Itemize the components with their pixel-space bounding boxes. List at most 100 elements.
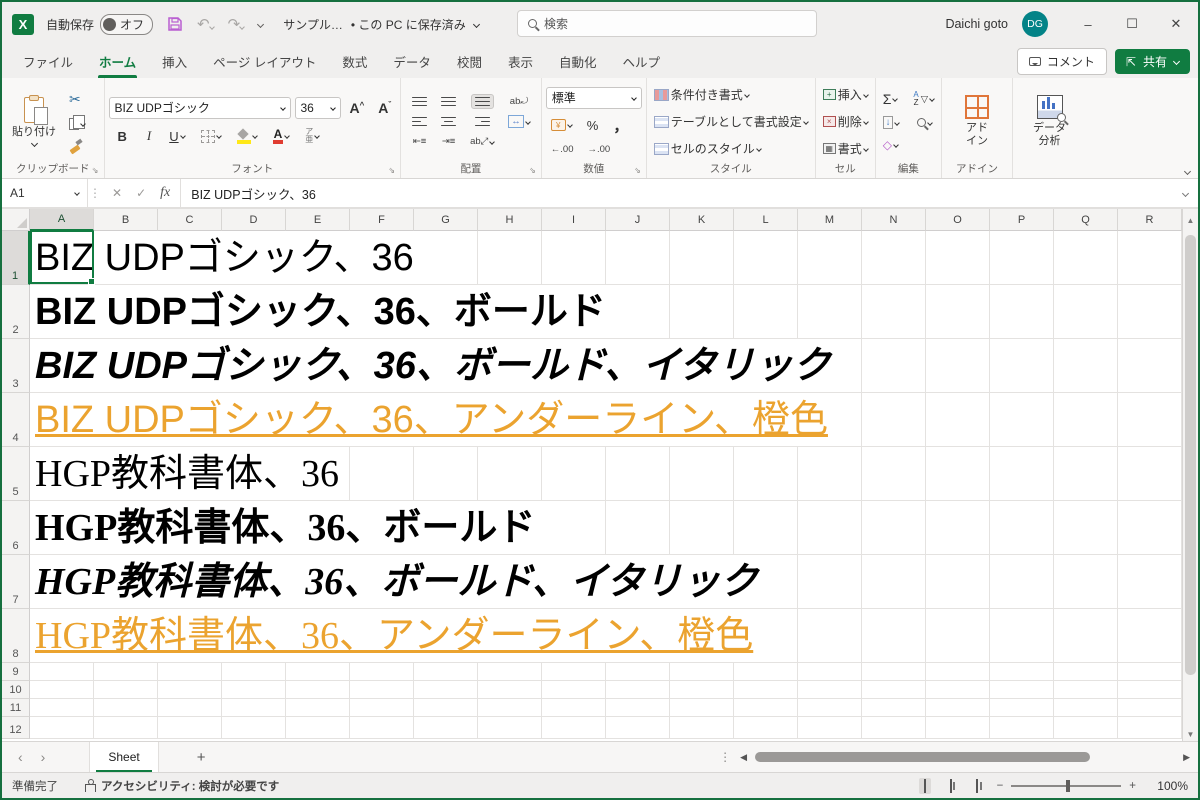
search-input[interactable]: 検索 bbox=[517, 10, 817, 37]
column-header-L[interactable]: L bbox=[734, 209, 798, 231]
close-button[interactable]: ✕ bbox=[1154, 2, 1198, 46]
vertical-scroll-thumb[interactable] bbox=[1185, 235, 1196, 675]
fill-color-button[interactable] bbox=[234, 128, 260, 145]
vertical-scroll-up-icon[interactable]: ▲ bbox=[1182, 209, 1198, 231]
row-header-8[interactable]: 8 bbox=[2, 609, 30, 663]
row-header-11[interactable]: 11 bbox=[2, 699, 30, 717]
percent-button[interactable]: % bbox=[584, 116, 602, 135]
document-title-area[interactable]: サンプル… • この PC に保存済み bbox=[283, 16, 479, 33]
delete-cells-button[interactable]: ×削除 bbox=[820, 111, 871, 132]
align-bottom-button[interactable] bbox=[471, 94, 494, 110]
font-name-combo[interactable]: BIZ UDPゴシック bbox=[109, 97, 291, 119]
column-header-E[interactable]: E bbox=[286, 209, 350, 231]
column-header-H[interactable]: H bbox=[478, 209, 542, 231]
borders-button[interactable] bbox=[198, 128, 224, 145]
column-header-O[interactable]: O bbox=[926, 209, 990, 231]
comments-button[interactable]: コメント bbox=[1017, 48, 1107, 75]
wrap-text-button[interactable]: ab⤾ bbox=[507, 94, 532, 109]
tab-ヘルプ[interactable]: ヘルプ bbox=[609, 46, 673, 78]
tab-表示[interactable]: 表示 bbox=[495, 46, 546, 78]
next-sheet-icon[interactable]: › bbox=[41, 749, 46, 765]
customize-qat-icon[interactable] bbox=[257, 20, 264, 27]
format-as-table-button[interactable]: テーブルとして書式設定 bbox=[651, 111, 811, 132]
accessibility-status[interactable]: アクセシビリティ: 検討が必要です bbox=[84, 778, 279, 794]
normal-view-button[interactable] bbox=[919, 778, 931, 794]
column-header-I[interactable]: I bbox=[542, 209, 606, 231]
column-header-K[interactable]: K bbox=[670, 209, 734, 231]
dialog-launcher-icon[interactable]: ⇘ bbox=[634, 166, 641, 175]
autosum-button[interactable]: Σ bbox=[880, 89, 901, 109]
italic-button[interactable]: I bbox=[142, 127, 156, 145]
zoom-level[interactable]: 100% bbox=[1150, 779, 1188, 793]
column-header-N[interactable]: N bbox=[862, 209, 926, 231]
vertical-scroll-down-icon[interactable]: ▼ bbox=[1183, 730, 1198, 739]
name-box[interactable]: A1 bbox=[2, 179, 88, 207]
share-button[interactable]: ⇱ 共有 bbox=[1115, 49, 1190, 74]
column-header-P[interactable]: P bbox=[990, 209, 1054, 231]
scroll-right-icon[interactable]: ▶ bbox=[1183, 752, 1190, 763]
align-center-button[interactable] bbox=[438, 115, 459, 129]
format-painter-button[interactable] bbox=[66, 138, 88, 155]
scroll-left-icon[interactable]: ◀ bbox=[740, 752, 747, 763]
tab-ホーム[interactable]: ホーム bbox=[86, 46, 149, 78]
undo-icon[interactable]: ↶ bbox=[197, 15, 214, 33]
grid-row-12[interactable] bbox=[30, 717, 1182, 739]
page-layout-view-button[interactable] bbox=[945, 778, 957, 794]
column-header-A[interactable]: A bbox=[30, 209, 94, 231]
decrease-decimal-button[interactable]: →.00 bbox=[585, 142, 614, 157]
row-header-7[interactable]: 7 bbox=[2, 555, 30, 609]
grid-row-9[interactable] bbox=[30, 663, 1182, 681]
tab-挿入[interactable]: 挿入 bbox=[149, 46, 200, 78]
column-header-G[interactable]: G bbox=[414, 209, 478, 231]
grid-row-6[interactable]: HGP教科書体、36、ボールド bbox=[30, 501, 1182, 555]
font-size-combo[interactable]: 36 bbox=[295, 97, 341, 119]
align-top-button[interactable] bbox=[409, 95, 430, 109]
add-sheet-button[interactable]: + bbox=[177, 742, 226, 772]
grid-row-10[interactable] bbox=[30, 681, 1182, 699]
tab-校閲[interactable]: 校閲 bbox=[444, 46, 495, 78]
decrease-indent-button[interactable]: ⇤≡ bbox=[410, 134, 430, 149]
dialog-launcher-icon[interactable]: ⇘ bbox=[92, 166, 99, 175]
grid-row-7[interactable]: HGP教科書体、36、ボールド、イタリック bbox=[30, 555, 1182, 609]
autosave-toggle[interactable]: オフ bbox=[100, 14, 153, 35]
row-header-9[interactable]: 9 bbox=[2, 663, 30, 681]
user-name[interactable]: Daichi goto bbox=[945, 17, 1008, 31]
bold-button[interactable]: B bbox=[113, 128, 132, 145]
row-header-10[interactable]: 10 bbox=[2, 681, 30, 699]
grid-row-5[interactable]: HGP教科書体、36 bbox=[30, 447, 1182, 501]
column-header-F[interactable]: F bbox=[350, 209, 414, 231]
zoom-slider[interactable] bbox=[1011, 785, 1121, 787]
grid-row-2[interactable]: BIZ UDPゴシック、36、ボールド bbox=[30, 285, 1182, 339]
dialog-launcher-icon[interactable]: ⇘ bbox=[388, 166, 395, 175]
row-header-1[interactable]: 1 bbox=[2, 231, 30, 285]
increase-font-button[interactable]: A^ bbox=[345, 99, 370, 117]
increase-decimal-button[interactable]: ←.00 bbox=[548, 142, 577, 157]
orientation-button[interactable]: ab⤢ bbox=[467, 134, 497, 149]
zoom-slider-thumb[interactable] bbox=[1066, 780, 1070, 792]
expand-formula-bar-icon[interactable] bbox=[1181, 189, 1188, 196]
grid-row-8[interactable]: HGP教科書体、36、アンダーライン、橙色 bbox=[30, 609, 1182, 663]
horizontal-scroll-thumb[interactable] bbox=[755, 752, 1090, 762]
page-break-view-button[interactable] bbox=[971, 778, 983, 794]
minimize-button[interactable]: – bbox=[1066, 2, 1110, 46]
data-analysis-button[interactable]: データ分析 bbox=[1027, 93, 1072, 149]
cut-button[interactable]: ✂ bbox=[66, 89, 88, 110]
formula-input[interactable]: BIZ UDPゴシック、36 bbox=[181, 179, 1172, 207]
tab-ファイル[interactable]: ファイル bbox=[10, 46, 86, 78]
cancel-entry-icon[interactable]: ✕ bbox=[112, 186, 122, 200]
format-cells-button[interactable]: ▦書式 bbox=[820, 138, 871, 159]
insert-function-icon[interactable]: fx bbox=[160, 185, 170, 201]
excel-app-icon[interactable]: X bbox=[12, 14, 34, 35]
accounting-format-button[interactable]: ¥ bbox=[548, 117, 575, 133]
zoom-out-button[interactable]: − bbox=[997, 780, 1004, 792]
confirm-entry-icon[interactable]: ✓ bbox=[136, 186, 146, 200]
row-header-6[interactable]: 6 bbox=[2, 501, 30, 555]
align-left-button[interactable] bbox=[409, 115, 430, 129]
insert-cells-button[interactable]: +挿入 bbox=[820, 84, 871, 105]
decrease-font-button[interactable]: Aˇ bbox=[373, 99, 396, 117]
tab-データ[interactable]: データ bbox=[380, 46, 444, 78]
column-header-D[interactable]: D bbox=[222, 209, 286, 231]
merge-center-button[interactable]: ↔ bbox=[505, 113, 533, 130]
column-header-C[interactable]: C bbox=[158, 209, 222, 231]
avatar[interactable]: DG bbox=[1022, 11, 1048, 37]
